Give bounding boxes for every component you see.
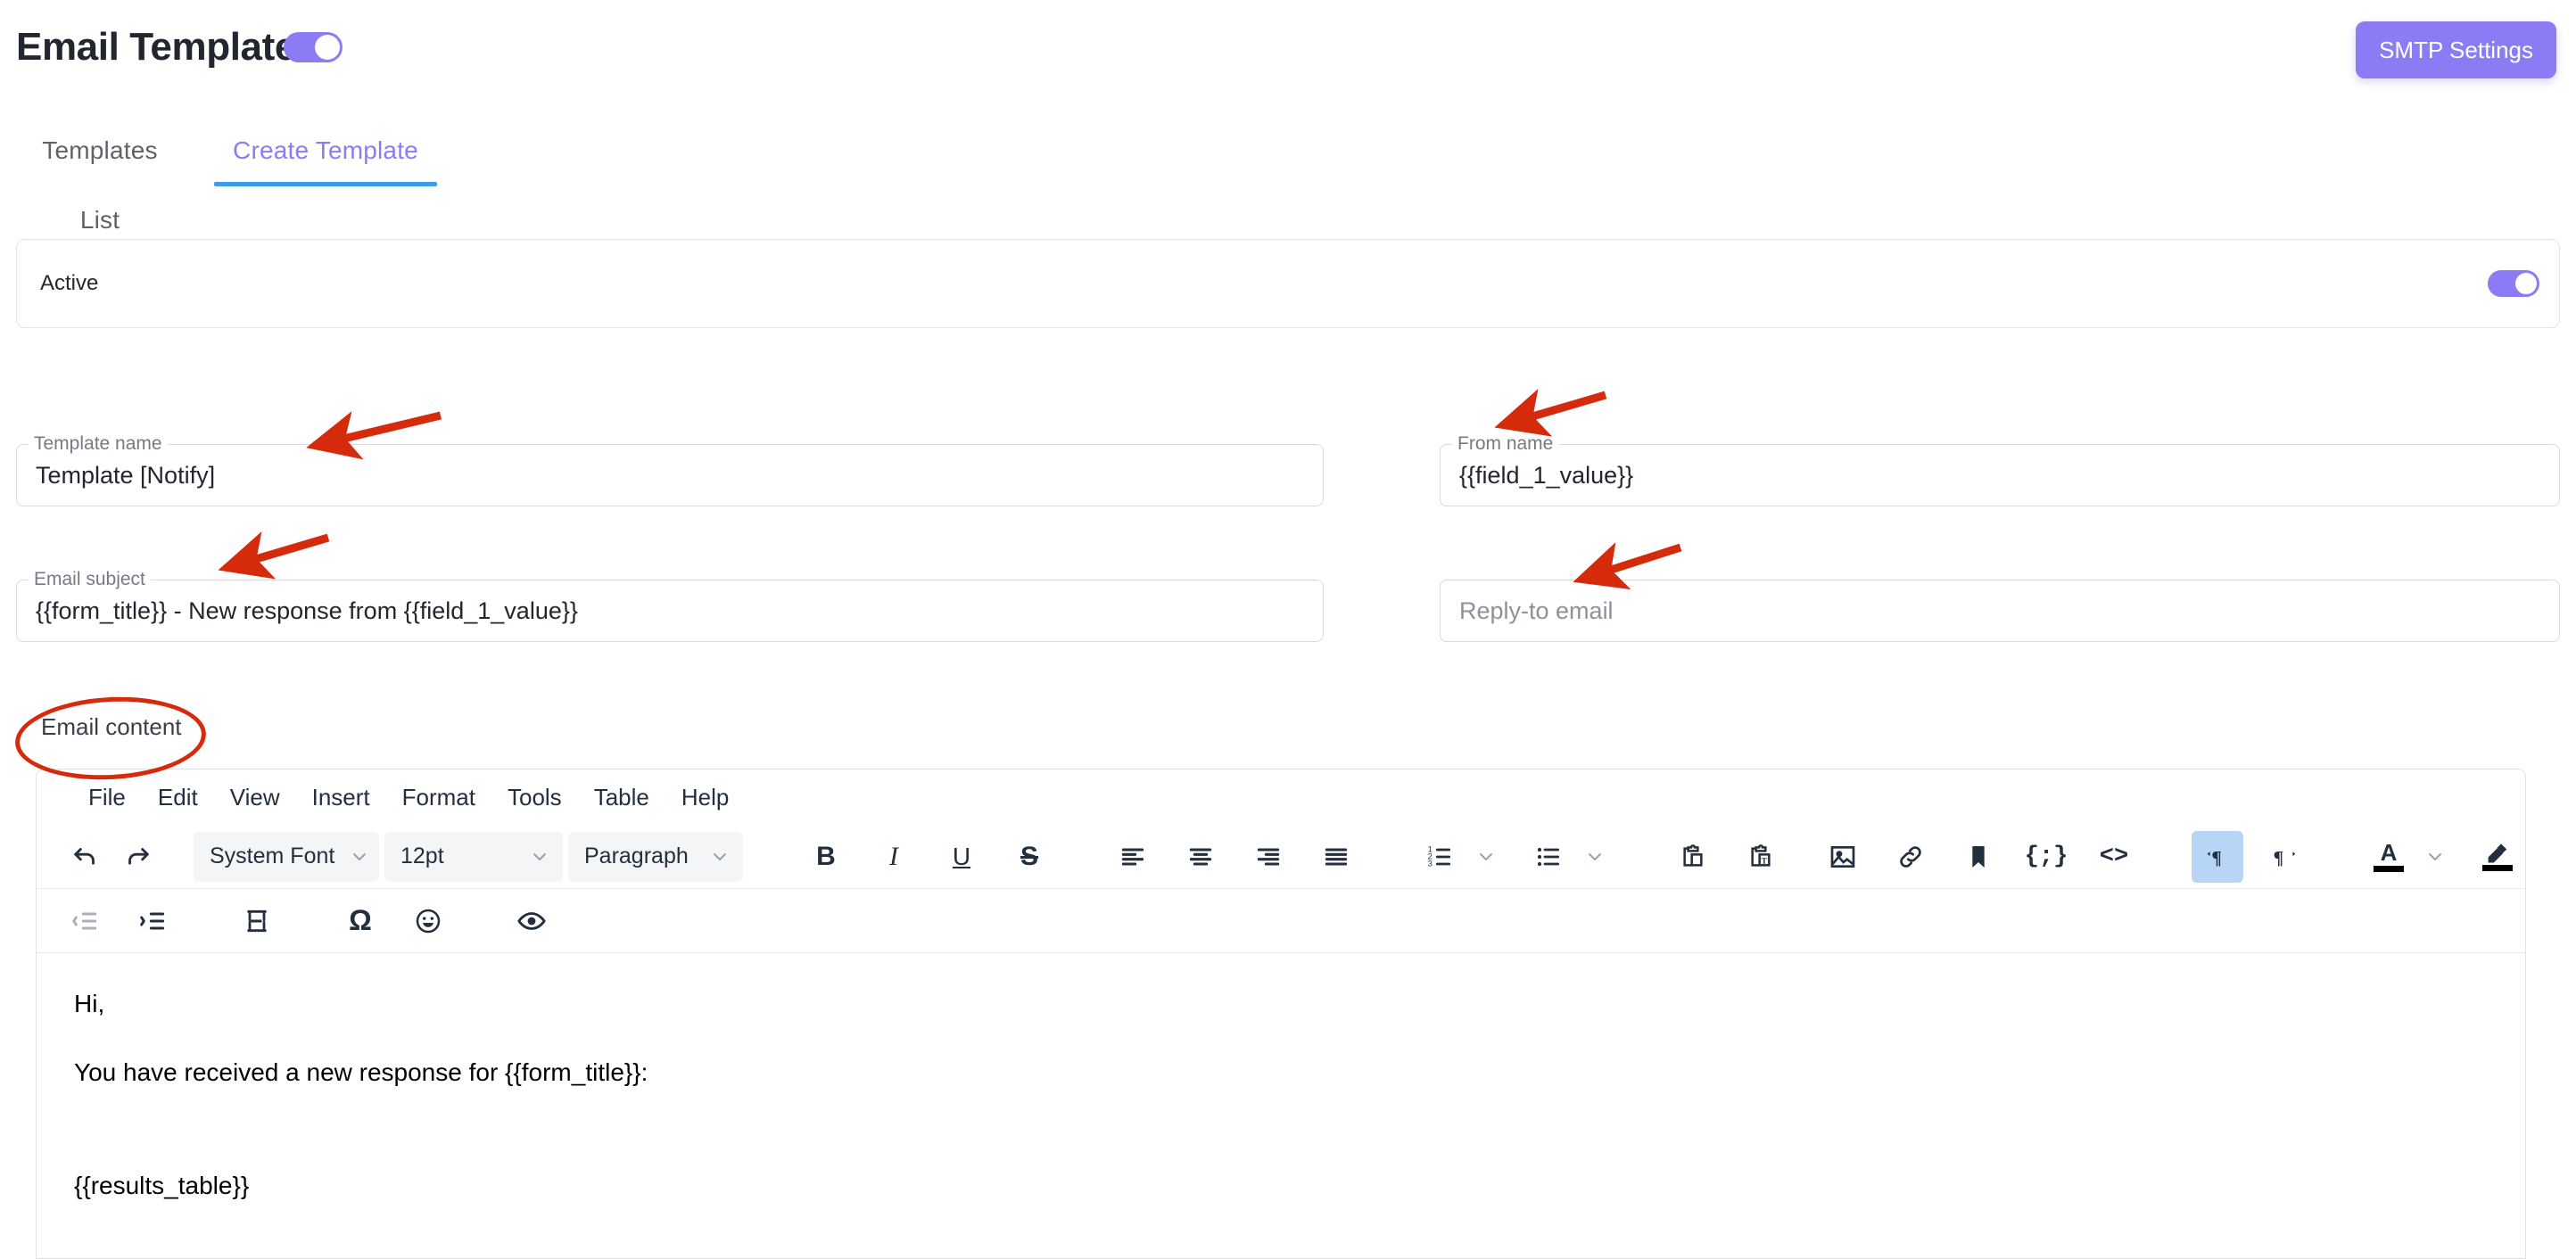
source-code-icon[interactable]: <> [2088, 831, 2140, 883]
page-header: Email Templates SMTP Settings [0, 0, 2576, 107]
indent-icon[interactable] [128, 895, 179, 947]
editor-menubar: File Edit View Insert Format Tools Table… [37, 769, 2525, 825]
page-break-icon[interactable] [231, 895, 283, 947]
emoji-icon[interactable] [402, 895, 454, 947]
tab-active-underline [214, 182, 437, 186]
template-name-field[interactable]: Template name Template [Notify] [16, 433, 1324, 506]
email-subject-field[interactable]: Email subject {{form_title}} - New respo… [16, 569, 1324, 642]
font-size-value: 12pt [400, 843, 444, 868]
font-family-value: System Font [210, 843, 335, 868]
ordered-list-chevron-down-icon[interactable] [1466, 831, 1507, 883]
align-center-icon[interactable] [1175, 831, 1226, 883]
font-size-select[interactable]: 12pt [384, 831, 563, 882]
email-subject-input[interactable]: {{form_title}} - New response from {{fie… [36, 580, 1306, 642]
reply-to-email-field[interactable]: Reply-to email [1440, 580, 2560, 642]
code-sample-icon[interactable]: {;} [2020, 831, 2072, 883]
editor-paragraph-4: {{results_table}} [74, 1172, 250, 1199]
strikethrough-button[interactable]: S [1003, 831, 1055, 883]
text-color-icon[interactable]: A [2363, 831, 2415, 883]
editor-paragraph-3 [74, 1125, 2488, 1140]
arrow-to-template-name [306, 411, 442, 460]
text-color-letter: A [2380, 839, 2398, 866]
unordered-list-icon[interactable] [1523, 831, 1574, 883]
chevron-down-icon [529, 846, 550, 868]
special-character-icon[interactable]: Ω [334, 895, 386, 947]
highlight-color-chevron-down-icon[interactable] [2523, 831, 2525, 883]
chevron-down-icon [709, 846, 731, 868]
preview-eye-icon[interactable] [506, 895, 557, 947]
unordered-list-chevron-down-icon[interactable] [1574, 831, 1615, 883]
image-icon[interactable] [1817, 831, 1869, 883]
svg-text:3: 3 [1428, 859, 1432, 868]
text-color-chevron-down-icon[interactable] [2415, 831, 2456, 883]
header-toggle[interactable] [284, 32, 343, 62]
svg-text:¶: ¶ [2211, 847, 2222, 868]
font-family-select[interactable]: System Font [194, 831, 379, 882]
reply-to-email-input[interactable]: Reply-to email [1459, 580, 2542, 642]
outdent-icon[interactable] [60, 895, 111, 947]
paste-icon[interactable] [1667, 831, 1719, 883]
svg-text:¶: ¶ [2274, 847, 2284, 868]
link-icon[interactable] [1885, 831, 1936, 883]
rich-text-editor: File Edit View Insert Format Tools Table… [36, 769, 2526, 1259]
block-format-select[interactable]: Paragraph [568, 831, 743, 882]
menu-edit[interactable]: Edit [142, 778, 214, 817]
active-card: Active [16, 239, 2560, 328]
editor-content-area[interactable]: Hi, You have received a new response for… [37, 954, 2525, 1258]
editor-paragraph-2: You have received a new response for {{f… [74, 1058, 648, 1086]
menu-format[interactable]: Format [386, 778, 491, 817]
rtl-icon[interactable]: ¶ [2259, 831, 2311, 883]
undo-icon[interactable] [60, 831, 111, 883]
menu-file[interactable]: File [72, 778, 142, 817]
align-left-icon[interactable] [1107, 831, 1159, 883]
tab-bar: Templates List Create Template [0, 116, 2576, 234]
arrow-to-reply-to-email [1573, 542, 1682, 590]
menu-tools[interactable]: Tools [491, 778, 578, 817]
header-toggle-knob [315, 35, 340, 60]
redo-icon[interactable] [111, 831, 163, 883]
italic-button[interactable]: I [868, 831, 920, 883]
page-title: Email Templates [16, 25, 318, 69]
ltr-icon[interactable]: ¶ [2192, 830, 2243, 883]
tab-templates-list[interactable]: Templates List [20, 116, 180, 234]
active-toggle-knob [2515, 273, 2537, 294]
template-name-input[interactable]: Template [Notify] [36, 444, 1306, 506]
text-color-swatch [2374, 866, 2404, 872]
smtp-settings-button[interactable]: SMTP Settings [2356, 21, 2556, 78]
arrow-to-from-name [1494, 389, 1607, 437]
editor-toolbar-row-2: Ω [37, 889, 2525, 953]
menu-table[interactable]: Table [578, 778, 665, 817]
bold-button[interactable]: B [800, 831, 852, 883]
from-name-input[interactable]: {{field_1_value}} [1459, 444, 2542, 506]
highlight-color-icon[interactable] [2472, 831, 2523, 883]
from-name-field[interactable]: From name {{field_1_value}} [1440, 433, 2560, 506]
editor-paragraph-1: Hi, [74, 990, 105, 1017]
menu-view[interactable]: View [214, 778, 296, 817]
menu-insert[interactable]: Insert [296, 778, 386, 817]
align-right-icon[interactable] [1243, 831, 1294, 883]
arrow-to-email-subject [218, 531, 330, 580]
chevron-down-icon [349, 846, 370, 868]
menu-help[interactable]: Help [665, 778, 745, 817]
active-toggle[interactable] [2488, 270, 2539, 297]
editor-toolbar-row-1: System Font 12pt Paragraph B I U S 1 2 3… [37, 825, 2525, 889]
paste-as-text-icon[interactable]: T [1735, 831, 1787, 883]
align-justify-icon[interactable] [1310, 831, 1362, 883]
ordered-list-icon[interactable]: 123 [1414, 831, 1466, 883]
svg-text:T: T [1762, 857, 1768, 866]
highlight-color-swatch [2482, 865, 2513, 871]
block-format-value: Paragraph [584, 843, 689, 868]
tab-create-template[interactable]: Create Template [214, 116, 437, 185]
underline-button[interactable]: U [936, 831, 987, 883]
active-label: Active [40, 271, 99, 295]
bookmark-icon[interactable] [1953, 831, 2004, 883]
